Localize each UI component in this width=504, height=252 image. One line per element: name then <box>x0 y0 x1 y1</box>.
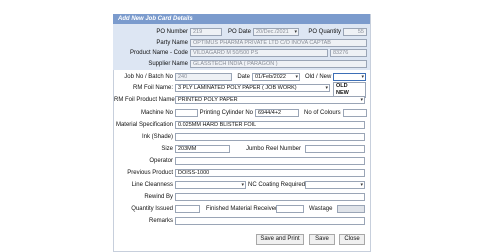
rewind-by-label: Rewind By <box>144 194 173 200</box>
rm-foil-product-label: RM Foil Product Name: <box>114 97 177 103</box>
nc-coating-select[interactable]: ▾ <box>305 181 365 189</box>
po-quantity-field[interactable]: 55 <box>343 28 367 36</box>
previous-product-label: Previous Product <box>127 170 173 176</box>
supplier-name-field[interactable]: GLASSTECH INDIA ( PARAGON ) <box>190 60 367 68</box>
rm-foil-name-label: RM Foil Name: <box>132 85 173 91</box>
chevron-down-icon[interactable]: ▾ <box>361 74 364 80</box>
rewind-by-field[interactable] <box>175 193 365 201</box>
jumbo-reel-label: Jumbo Reel Number <box>245 146 301 152</box>
product-name-code-label: Product Name - Code <box>129 50 188 56</box>
finished-material-field[interactable] <box>276 205 304 213</box>
line-cleanness-label: Line Cleanness <box>131 182 173 188</box>
operator-field[interactable] <box>175 157 365 165</box>
remarks-label: Remarks <box>148 218 173 224</box>
save-button[interactable]: Save <box>309 234 335 245</box>
rm-foil-name-value: 3 PLY LAMINATED POLY PAPER ( JOB WORK) <box>178 85 297 91</box>
previous-product-field[interactable]: DOISS-1000 <box>175 169 365 177</box>
size-field[interactable]: 203MM <box>175 145 230 153</box>
po-number-label: PO Number <box>156 29 188 35</box>
ink-shade-field[interactable] <box>175 133 365 141</box>
save-and-print-button[interactable]: Save and Print <box>256 234 304 245</box>
wastage-field[interactable] <box>337 205 365 213</box>
old-new-select[interactable]: ▾ <box>333 73 366 81</box>
rm-foil-name-select[interactable]: 3 PLY LAMINATED POLY PAPER ( JOB WORK) ▾ <box>175 84 330 92</box>
material-spec-label: Material Specification <box>115 122 173 128</box>
operator-label: Operator <box>149 158 173 164</box>
printing-cylinder-label: Printing Cylinder No <box>199 110 253 116</box>
po-date-label: PO Date <box>227 29 251 35</box>
quantity-issued-label: Quantity Issued <box>131 206 173 212</box>
finished-material-label: Finished Material Received <box>206 206 279 212</box>
machine-no-field[interactable] <box>175 109 198 117</box>
chevron-down-icon[interactable]: ▾ <box>360 182 363 188</box>
ink-shade-label: Ink (Shade) <box>141 134 173 140</box>
remarks-field[interactable] <box>175 217 365 225</box>
no-of-colours-field[interactable] <box>343 109 367 117</box>
chevron-down-icon[interactable]: ▾ <box>294 29 297 35</box>
job-batch-field[interactable]: 240 <box>175 73 232 81</box>
rm-foil-product-select[interactable]: PRINTED POLY PAPER ▾ <box>175 96 365 104</box>
po-date-value: 20/Dec./2021 <box>256 29 289 35</box>
close-button[interactable]: Close <box>339 234 365 245</box>
machine-no-label: Machine No <box>140 110 173 116</box>
wastage-label: Wastage <box>309 206 333 212</box>
supplier-name-label: Supplier Name <box>148 61 188 67</box>
quantity-issued-field[interactable] <box>175 205 200 213</box>
po-date-field[interactable]: 20/Dec./2021 ▾ <box>253 28 299 36</box>
chevron-down-icon[interactable]: ▾ <box>295 74 298 80</box>
party-name-label: Party Name <box>156 40 188 46</box>
job-batch-label: Job No / Batch No <box>124 74 173 80</box>
old-new-label: Old / New <box>305 74 332 80</box>
material-spec-field[interactable]: 0.025MM HARD BLISTER FOIL <box>175 121 365 129</box>
jumbo-reel-field[interactable] <box>305 145 365 153</box>
printing-cylinder-field[interactable]: 6944/4+2 <box>255 109 299 117</box>
rm-foil-product-value: PRINTED POLY PAPER <box>178 97 238 103</box>
date-label: Date <box>237 74 250 80</box>
product-name-field[interactable]: VILDAGARD M 50/500 PS <box>190 49 328 57</box>
no-of-colours-label: No of Colours <box>304 110 341 116</box>
chevron-down-icon[interactable]: ▾ <box>360 97 363 103</box>
nc-coating-label: NC Coating Required <box>248 182 306 188</box>
party-name-field[interactable]: OPTIMUS PHARMA PRIVATE LTD C/O INOVA CAP… <box>190 39 367 47</box>
po-number-field[interactable]: 219 <box>190 28 222 36</box>
po-quantity-label: PO Quantity <box>308 29 341 35</box>
dialog-title: Add New Job Card Details <box>113 14 370 24</box>
date-value: 01/Feb/2022 <box>255 74 286 80</box>
date-field[interactable]: 01/Feb/2022 ▾ <box>252 73 300 81</box>
option-old[interactable]: OLD <box>334 83 365 90</box>
size-label: Size <box>161 146 173 152</box>
chevron-down-icon[interactable]: ▾ <box>241 182 244 188</box>
chevron-down-icon[interactable]: ▾ <box>325 85 328 91</box>
line-cleanness-select[interactable]: ▾ <box>175 181 246 189</box>
product-code-field[interactable]: 83276 <box>330 49 367 57</box>
